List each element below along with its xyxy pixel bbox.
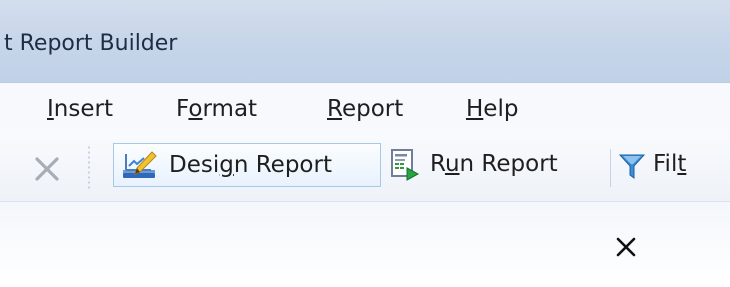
menu-format-pre: F bbox=[176, 96, 189, 122]
filter-button[interactable]: Filt bbox=[617, 143, 730, 187]
filter-funnel-icon bbox=[619, 154, 645, 179]
title-bar: t Report Builder bbox=[0, 0, 730, 83]
design-report-label-pre: Desi bbox=[169, 152, 220, 178]
menu-insert-post: nsert bbox=[53, 96, 113, 122]
run-report-label-post: n Report bbox=[459, 151, 558, 177]
filter-label: Filt bbox=[653, 150, 686, 178]
run-report-label: Run Report bbox=[430, 150, 558, 178]
close-icon[interactable] bbox=[612, 233, 640, 261]
run-report-icon bbox=[391, 149, 420, 181]
menu-format-post: rmat bbox=[202, 96, 258, 122]
menu-bar: Insert Format Report Help bbox=[0, 83, 730, 135]
run-report-button[interactable]: Run Report bbox=[386, 143, 600, 187]
menu-report-accel: R bbox=[327, 96, 342, 122]
menu-report[interactable]: Report bbox=[327, 96, 403, 122]
run-report-label-pre: R bbox=[430, 151, 445, 177]
filter-label-pre: Fil bbox=[653, 151, 678, 177]
toolbar-grip[interactable] bbox=[88, 145, 90, 189]
design-report-button[interactable]: Design Report bbox=[113, 143, 381, 187]
menu-help-post: elp bbox=[483, 96, 519, 122]
toolbar: Design Report Run Report Filt bbox=[0, 135, 730, 202]
menu-format-accel: o bbox=[188, 96, 203, 122]
window-title: t Report Builder bbox=[4, 31, 178, 56]
filter-accel: t bbox=[677, 151, 687, 177]
menu-insert[interactable]: Insert bbox=[47, 96, 113, 122]
design-report-label: Design Report bbox=[169, 151, 332, 179]
run-report-accel: u bbox=[444, 151, 460, 177]
design-report-label-post: n Report bbox=[233, 152, 332, 178]
toolbar-separator bbox=[610, 149, 611, 187]
content-panel bbox=[0, 202, 730, 287]
menu-help[interactable]: Help bbox=[466, 96, 518, 122]
design-report-accel: g bbox=[219, 152, 234, 178]
menu-insert-accel: I bbox=[47, 96, 54, 122]
close-x-icon[interactable] bbox=[33, 155, 61, 183]
design-report-icon bbox=[123, 151, 157, 178]
menu-help-accel: H bbox=[466, 96, 484, 122]
menu-report-post: eport bbox=[341, 96, 404, 122]
menu-format[interactable]: Format bbox=[176, 96, 257, 122]
